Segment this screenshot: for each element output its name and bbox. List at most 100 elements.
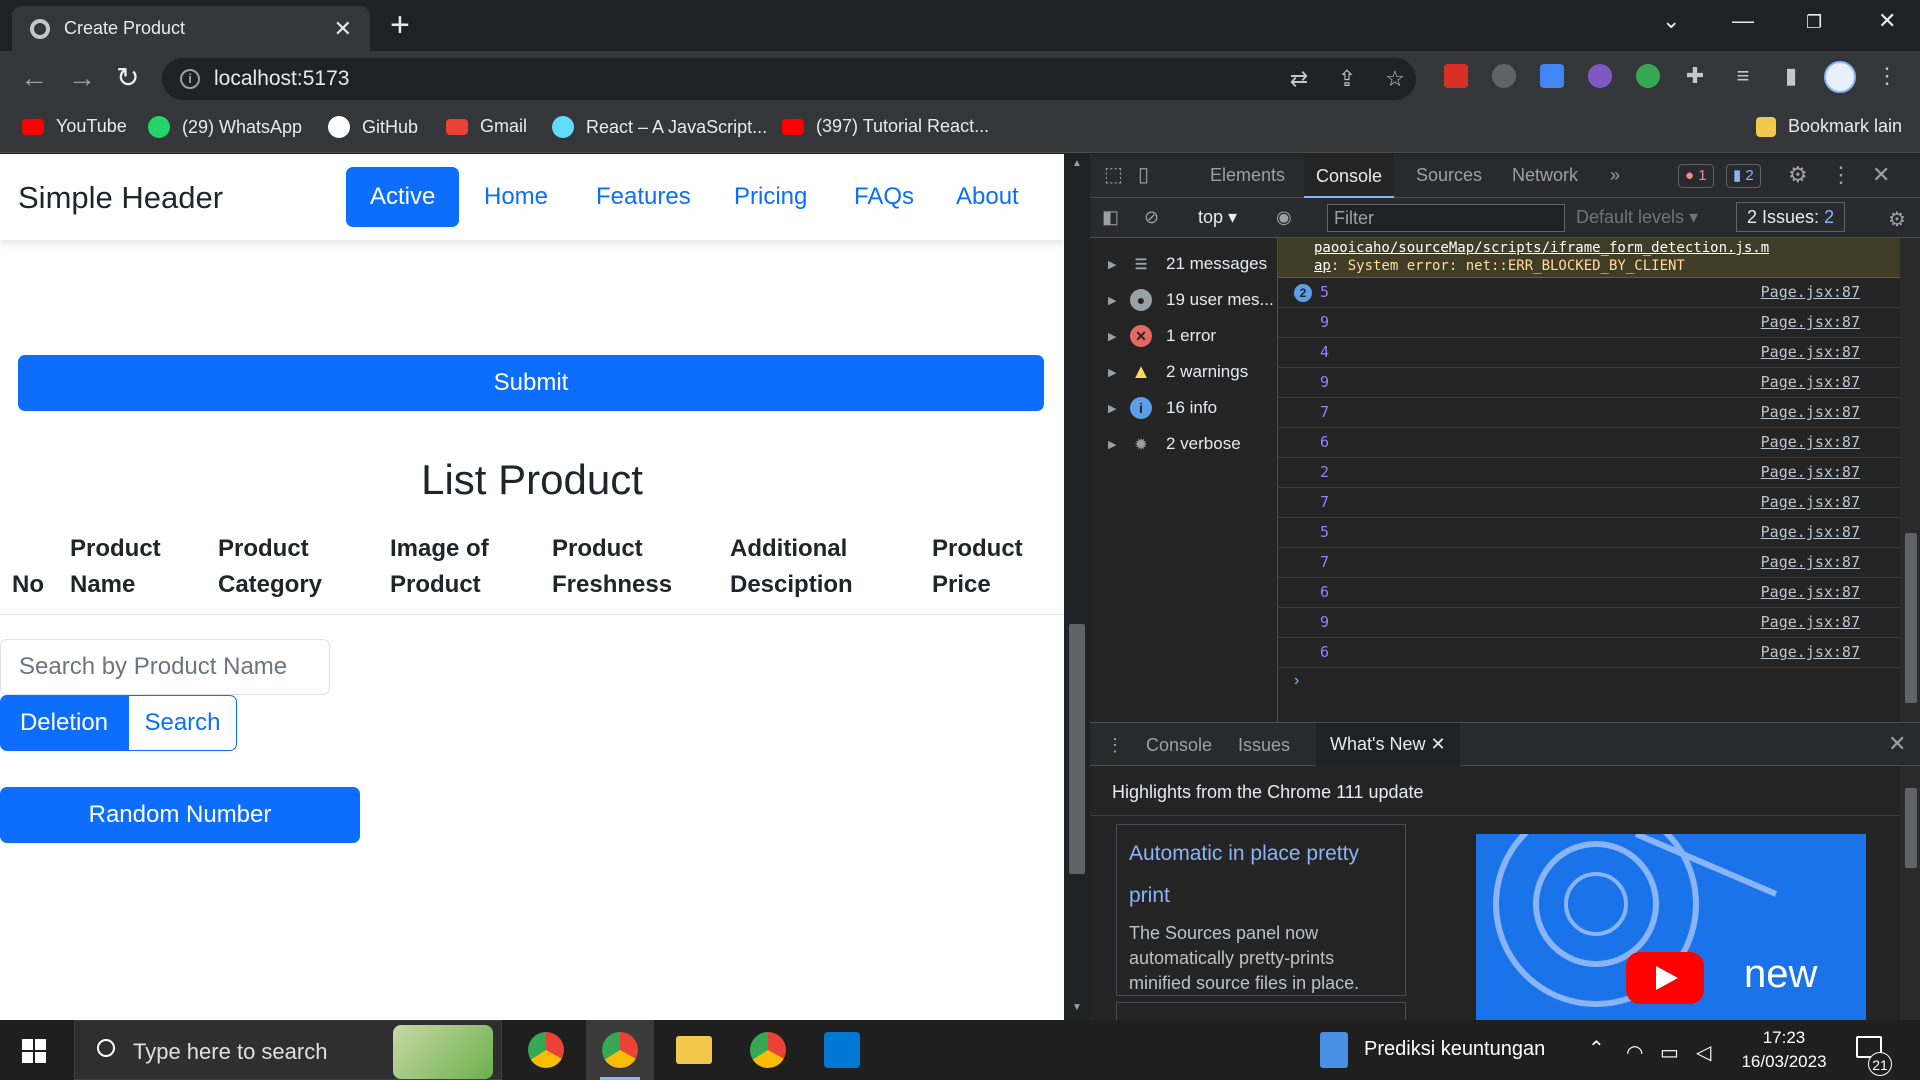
submit-button[interactable]: Submit <box>18 355 1044 411</box>
page-scrollbar[interactable]: ▲ ▼ <box>1064 154 1090 1020</box>
nav-active[interactable]: Active <box>346 167 460 227</box>
bookmark-whatsapp[interactable]: (29) WhatsApp <box>148 116 302 138</box>
log-source-link[interactable]: Page.jsx:87 <box>1761 548 1860 577</box>
taskbar-chrome-3[interactable] <box>734 1020 802 1080</box>
tab-sources[interactable]: Sources <box>1416 165 1482 186</box>
drawer-scrollbar-thumb[interactable] <box>1905 788 1917 868</box>
issues-button[interactable]: 2 Issues: 2 <box>1736 202 1846 232</box>
other-bookmarks-folder[interactable]: Bookmark lain <box>1756 116 1902 137</box>
new-tab-button[interactable]: + <box>390 8 410 42</box>
device-toolbar-icon[interactable]: ▯ <box>1138 162 1149 187</box>
inspect-element-icon[interactable]: ⬚ <box>1104 162 1123 187</box>
site-info-icon[interactable]: i <box>180 69 200 89</box>
log-source-link[interactable]: Page.jsx:87 <box>1761 308 1860 337</box>
nav-faqs[interactable]: FAQs <box>830 167 938 227</box>
brand[interactable]: Simple Header <box>18 180 223 216</box>
sidebar-item-user-messages[interactable]: ▶ ● 19 user mes... <box>1108 282 1274 318</box>
log-levels-dropdown[interactable]: Default levels ▾ <box>1576 207 1698 228</box>
side-panel-icon[interactable]: ▮ <box>1778 63 1804 89</box>
close-devtools-icon[interactable]: ✕ <box>1872 162 1890 188</box>
log-source-link[interactable]: Page.jsx:87 <box>1761 338 1860 367</box>
taskbar-search-box[interactable]: Type here to search <box>74 1020 502 1080</box>
close-window-button[interactable]: ✕ <box>1878 8 1896 34</box>
nav-features[interactable]: Features <box>572 167 715 227</box>
clear-console-icon[interactable]: ⊘ <box>1144 207 1159 228</box>
media-control-icon[interactable]: ≡ <box>1730 63 1756 89</box>
log-source-link[interactable]: Page.jsx:87 <box>1761 458 1860 487</box>
whats-new-card[interactable]: Automatic in place pretty print The Sour… <box>1116 824 1406 996</box>
sidebar-item-warnings[interactable]: ▶ ▲ 2 warnings <box>1108 354 1248 390</box>
address-bar[interactable]: i localhost:5173 ⇄ ⇪ ☆ <box>162 58 1416 100</box>
eye-dropper-icon[interactable] <box>1636 64 1660 88</box>
minimize-button[interactable]: — <box>1732 8 1754 34</box>
log-source-link[interactable]: Page.jsx:87 <box>1761 428 1860 457</box>
battery-icon[interactable]: ▭ <box>1660 1040 1679 1065</box>
tab-close-icon[interactable]: ✕ <box>334 16 352 42</box>
sidebar-item-info[interactable]: ▶ i 16 info <box>1108 390 1217 426</box>
warning-source-link[interactable]: paooicaho/sourceMap/scripts/iframe_form_… <box>1314 239 1900 257</box>
log-source-link[interactable]: Page.jsx:87 <box>1761 578 1860 607</box>
browser-tab[interactable]: Create Product ✕ <box>12 6 370 51</box>
whats-new-card-next[interactable] <box>1116 1002 1406 1020</box>
bookmark-youtube[interactable]: YouTube <box>22 116 127 137</box>
expand-arrow-icon[interactable]: ▶ <box>1108 402 1130 415</box>
expand-arrow-icon[interactable]: ▶ <box>1108 330 1130 343</box>
google-translate-icon[interactable] <box>1540 64 1564 88</box>
drawer-tab-console[interactable]: Console <box>1146 735 1212 756</box>
close-tab-icon[interactable]: ✕ <box>1430 734 1445 754</box>
taskbar-chrome-2[interactable] <box>586 1020 654 1080</box>
tab-search-icon[interactable]: ⌄ <box>1662 8 1680 34</box>
drawer-scrollbar[interactable] <box>1900 766 1920 1020</box>
tab-elements[interactable]: Elements <box>1210 165 1285 186</box>
taskbar-file-explorer[interactable] <box>660 1020 728 1080</box>
console-filter-input[interactable]: Filter <box>1327 204 1565 232</box>
drawer-tab-whats-new[interactable]: What's New ✕ <box>1316 723 1460 766</box>
document-icon[interactable] <box>1320 1032 1348 1068</box>
drawer-menu-icon[interactable]: ⋮ <box>1106 735 1124 756</box>
console-settings-gear-icon[interactable]: ⚙ <box>1888 207 1906 232</box>
scroll-up-arrow-icon[interactable]: ▲ <box>1072 158 1082 169</box>
chrome-menu-icon[interactable]: ⋮ <box>1874 63 1900 89</box>
tab-network[interactable]: Network <box>1512 165 1578 186</box>
volume-icon[interactable]: ◁ <box>1696 1040 1711 1065</box>
translate-icon[interactable]: ⇄ <box>1286 66 1312 92</box>
bookmark-youtube-tutorial[interactable]: (397) Tutorial React... <box>782 116 989 137</box>
nav-pricing[interactable]: Pricing <box>710 167 831 227</box>
expand-arrow-icon[interactable]: ▶ <box>1108 258 1130 271</box>
search-button[interactable]: Search <box>128 695 237 751</box>
close-drawer-icon[interactable]: ✕ <box>1888 731 1906 757</box>
youtube-play-icon[interactable] <box>1626 952 1704 1004</box>
reload-button[interactable]: ↻ <box>116 63 139 93</box>
devtools-menu-icon[interactable]: ⋮ <box>1830 162 1852 188</box>
context-selector[interactable]: top ▾ <box>1198 207 1237 228</box>
sidebar-item-messages[interactable]: ▶ ☰ 21 messages <box>1108 246 1267 282</box>
bookmark-react[interactable]: React – A JavaScript... <box>552 116 767 138</box>
restore-button[interactable]: ❐ <box>1806 12 1822 33</box>
expand-arrow-icon[interactable]: ▶ <box>1108 366 1130 379</box>
log-source-link[interactable]: Page.jsx:87 <box>1761 608 1860 637</box>
nav-home[interactable]: Home <box>460 167 572 227</box>
deletion-button[interactable]: Deletion <box>0 695 128 751</box>
random-number-button[interactable]: Random Number <box>0 787 360 843</box>
url-text[interactable]: localhost:5173 <box>214 67 349 91</box>
live-expression-eye-icon[interactable]: ◉ <box>1276 207 1292 228</box>
log-source-link[interactable]: Page.jsx:87 <box>1761 488 1860 517</box>
taskbar-vscode[interactable] <box>808 1020 876 1080</box>
nav-about[interactable]: About <box>932 167 1043 227</box>
extension-icon[interactable] <box>1444 64 1468 88</box>
taskbar-clock[interactable]: 17:23 16/03/2023 <box>1734 1026 1834 1074</box>
expand-arrow-icon[interactable]: ▶ <box>1108 294 1130 307</box>
settings-gear-icon[interactable]: ⚙ <box>1788 162 1808 188</box>
sidebar-item-verbose[interactable]: ▶ ✹ 2 verbose <box>1108 426 1241 462</box>
message-count-badge[interactable]: ▮ 2 <box>1726 164 1761 188</box>
forward-button[interactable]: → <box>68 63 96 93</box>
more-tabs-icon[interactable]: » <box>1610 165 1620 186</box>
shield-extension-icon[interactable] <box>1492 64 1516 88</box>
windows-start-icon[interactable] <box>22 1039 46 1063</box>
bookmark-star-icon[interactable]: ☆ <box>1382 66 1408 92</box>
error-count-badge[interactable]: ● 1 <box>1678 164 1714 188</box>
log-source-link[interactable]: Page.jsx:87 <box>1761 638 1860 667</box>
whats-new-video-thumbnail[interactable]: new <box>1476 834 1866 1020</box>
color-extension-icon[interactable] <box>1588 64 1612 88</box>
bookmark-gmail[interactable]: Gmail <box>446 116 527 137</box>
